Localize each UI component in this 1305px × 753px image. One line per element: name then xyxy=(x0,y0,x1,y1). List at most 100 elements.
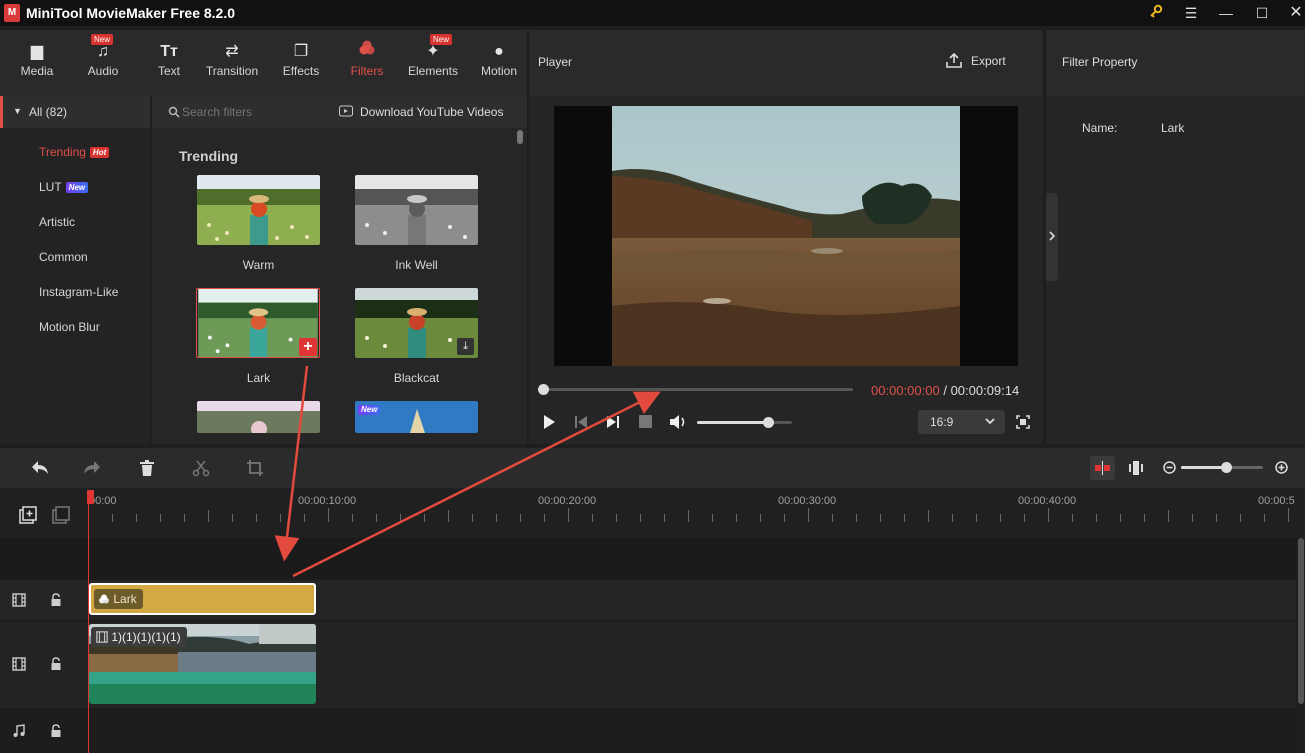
filters-icon xyxy=(99,594,109,604)
category-instagram-like[interactable]: Instagram-Like xyxy=(39,285,118,299)
triangle-down-icon: ▼ xyxy=(13,106,22,116)
tool-filters[interactable]: Filters xyxy=(336,40,398,90)
new-badge: New xyxy=(430,34,453,45)
remove-track-icon[interactable] xyxy=(52,506,70,524)
tool-text[interactable]: Tт Text xyxy=(138,40,200,90)
zoom-in-icon[interactable] xyxy=(1275,461,1288,474)
ruler-label: 00:00:10:00 xyxy=(298,495,357,507)
minimize-icon[interactable]: — xyxy=(1215,2,1237,24)
lock-icon[interactable] xyxy=(50,724,62,743)
video-clip-tag: 1)(1)(1)(1)(1) xyxy=(91,627,187,647)
tool-motion[interactable]: ● Motion xyxy=(468,40,530,90)
zoom-fill xyxy=(1181,466,1227,469)
progress-track[interactable] xyxy=(543,388,853,391)
category-artistic[interactable]: Artistic xyxy=(39,215,75,229)
audio-track xyxy=(0,710,1296,753)
download-filter-icon[interactable]: ⤓ xyxy=(457,338,474,355)
play-button[interactable] xyxy=(541,414,557,430)
new-badge: New xyxy=(91,34,114,45)
tool-effects[interactable]: ❐ Effects xyxy=(270,40,332,90)
player-title: Player xyxy=(538,55,573,69)
film-icon xyxy=(12,593,26,612)
fullscreen-icon[interactable] xyxy=(1015,414,1031,430)
category-lut[interactable]: LUT New xyxy=(39,180,89,194)
previous-frame-button[interactable] xyxy=(573,414,589,430)
category-trending[interactable]: Trending Hot xyxy=(39,145,110,159)
filter-thumb-warm[interactable] xyxy=(197,175,320,245)
search-input[interactable] xyxy=(182,102,322,122)
filter-clip-tag: Lark xyxy=(94,589,143,609)
undo-icon[interactable] xyxy=(30,459,50,477)
download-youtube-link[interactable]: Download YouTube Videos xyxy=(360,105,503,119)
filter-property-body xyxy=(1046,96,1305,444)
category-all[interactable]: ▼ All (82) xyxy=(0,96,150,128)
filter-label-ink-well: Ink Well xyxy=(395,258,438,272)
ruler-label: 00:00:5 xyxy=(1258,495,1295,507)
volume-slider[interactable] xyxy=(697,421,792,424)
lock-icon[interactable] xyxy=(50,593,62,612)
export-button[interactable]: Export xyxy=(945,52,1025,71)
empty-track xyxy=(0,538,1296,578)
delete-icon[interactable] xyxy=(139,459,155,477)
aspect-ratio-select[interactable]: 16:9 xyxy=(918,410,1005,434)
track-split-icon[interactable] xyxy=(1129,460,1143,476)
stop-button[interactable] xyxy=(639,415,652,428)
add-filter-button[interactable]: + xyxy=(299,338,317,356)
chevron-right-icon xyxy=(1048,229,1056,247)
menu-icon[interactable]: ☰ xyxy=(1180,2,1202,24)
filter-clip[interactable]: Lark xyxy=(89,583,316,615)
filter-label-warm: Warm xyxy=(242,258,275,272)
app-title: MiniTool MovieMaker Free 8.2.0 xyxy=(26,5,236,21)
total-time: 00:00:09:14 xyxy=(950,383,1020,398)
tool-audio[interactable]: New ♫ Audio xyxy=(72,34,134,90)
ruler-ticks xyxy=(88,508,1289,522)
volume-icon[interactable] xyxy=(668,413,688,431)
close-icon[interactable]: ✕ xyxy=(1285,2,1305,24)
ruler-label: 00:00:20:00 xyxy=(538,495,597,507)
tool-transition[interactable]: ⇄ Transition xyxy=(201,40,263,90)
time-display: 00:00:00:00 / 00:00:09:14 xyxy=(871,383,1020,398)
filter-thumb-ink-well[interactable] xyxy=(355,175,478,245)
tool-media[interactable]: ▆ Media xyxy=(6,40,68,90)
filter-thumb-partial-1[interactable] xyxy=(197,401,320,433)
maximize-icon[interactable]: ☐ xyxy=(1251,2,1273,24)
timeline-scrollbar[interactable] xyxy=(1298,538,1304,704)
hot-tag: Hot xyxy=(89,147,110,158)
filter-label-lark: Lark xyxy=(246,371,271,385)
film-icon xyxy=(12,657,26,676)
progress-handle[interactable] xyxy=(538,384,549,395)
filter-property-title: Filter Property xyxy=(1062,55,1138,69)
snap-toggle-icon[interactable] xyxy=(1090,456,1115,480)
folder-icon: ▆ xyxy=(30,43,44,60)
crop-icon[interactable] xyxy=(246,459,264,477)
playhead[interactable] xyxy=(88,490,89,753)
lock-icon[interactable] xyxy=(50,657,62,676)
grid-scrollbar[interactable] xyxy=(517,130,523,144)
key-icon[interactable] xyxy=(1145,2,1167,24)
redo-icon[interactable] xyxy=(82,459,102,477)
ruler-label: 00:00:40:00 xyxy=(1018,495,1077,507)
next-frame-button[interactable] xyxy=(605,414,621,430)
video-clip[interactable]: 1)(1)(1)(1)(1) xyxy=(89,624,316,704)
video-frame xyxy=(612,106,960,366)
playhead-handle[interactable] xyxy=(87,490,94,504)
new-tag: New xyxy=(65,182,89,193)
section-title: Trending xyxy=(179,148,239,164)
moviemaker-logo-icon: M xyxy=(4,4,20,22)
collapse-panel-handle[interactable] xyxy=(1046,193,1058,281)
add-track-icon[interactable] xyxy=(19,506,37,524)
filter-label-blackcat: Blackcat xyxy=(393,371,440,385)
filter-thumb-partial-2[interactable]: New xyxy=(355,401,478,433)
category-motion-blur[interactable]: Motion Blur xyxy=(39,320,100,334)
scissors-icon[interactable] xyxy=(192,459,210,477)
name-value: Lark xyxy=(1161,121,1185,135)
zoom-out-icon[interactable] xyxy=(1163,461,1176,474)
motion-icon: ● xyxy=(494,43,504,60)
category-common[interactable]: Common xyxy=(39,250,88,264)
new-tag: New xyxy=(358,405,381,415)
film-icon xyxy=(96,631,108,643)
tool-elements[interactable]: New ✦ Elements xyxy=(402,34,464,90)
swap-arrows-icon: ⇄ xyxy=(225,43,239,60)
layers-icon: ❐ xyxy=(293,43,309,60)
chevron-down-icon xyxy=(984,414,996,432)
